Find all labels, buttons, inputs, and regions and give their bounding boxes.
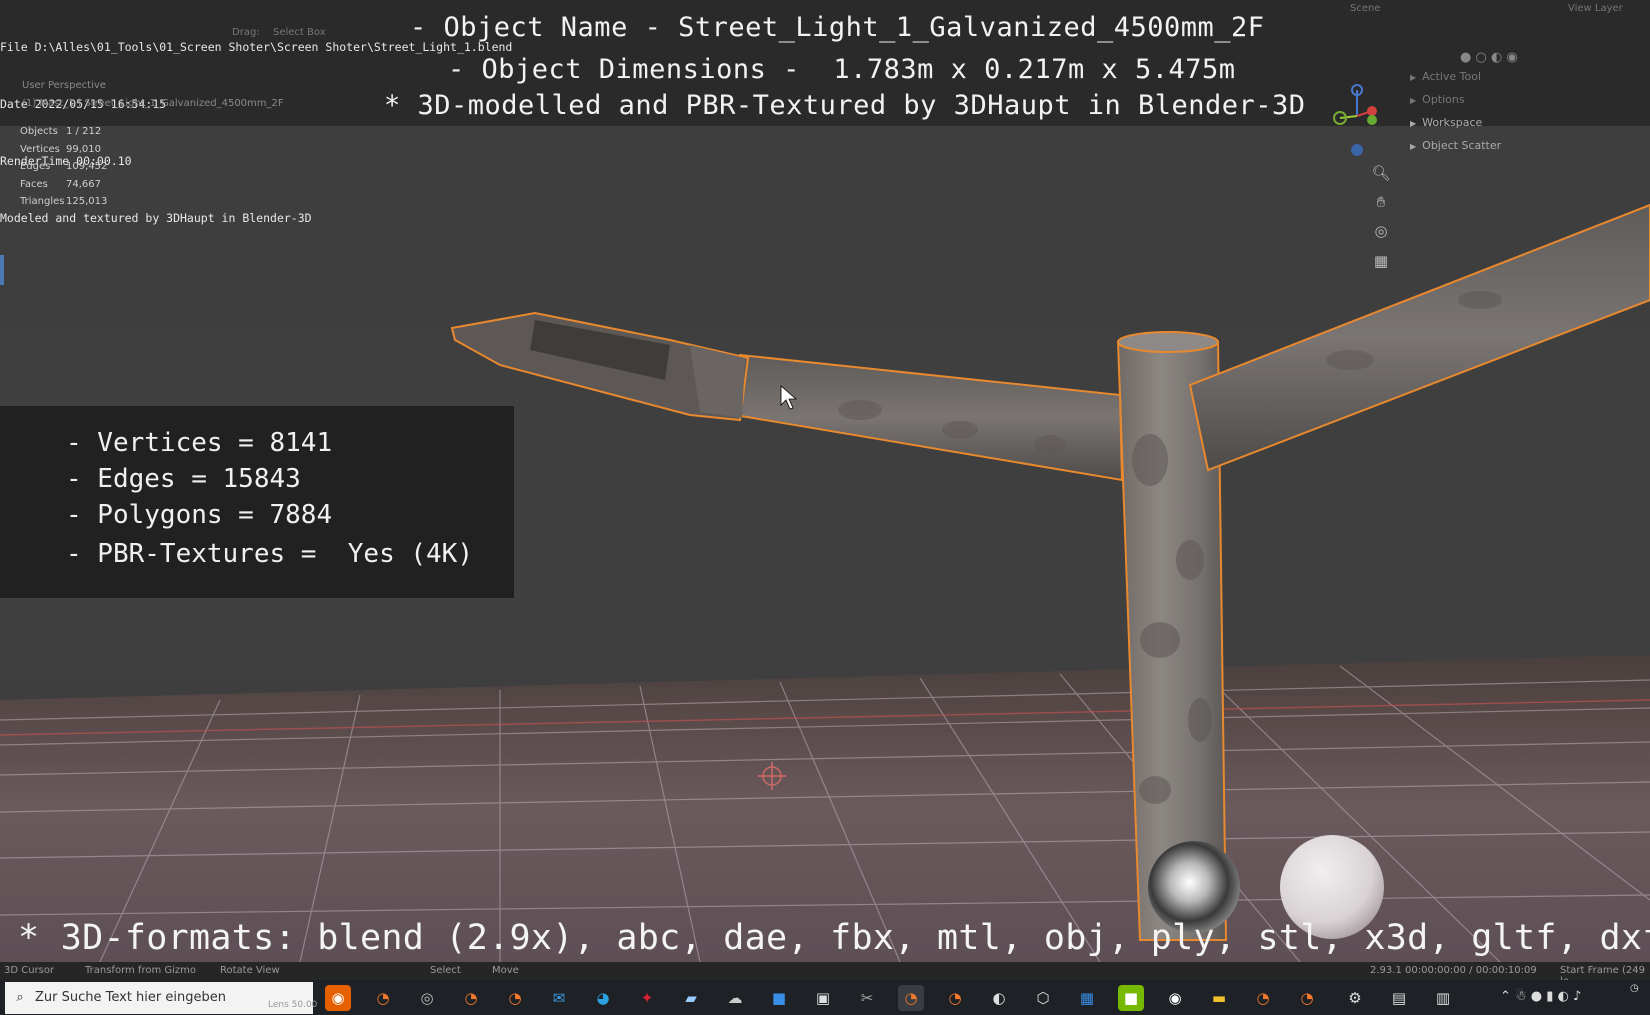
camera-lens-label: Lens 50.00: [268, 1000, 318, 1010]
status-version: 2.93.1 00:00:00:00 / 00:00:10:09: [1370, 965, 1537, 976]
scene-statistics: Objects 1 / 212 Vertices 99,010 Edges 109,4…: [20, 126, 107, 214]
windows-taskbar: ⌕ Zur Suche Text hier eingeben Lens 50.00…: [0, 980, 1650, 1015]
status-transform: Transform from Gizmo: [85, 965, 197, 976]
notes-icon[interactable]: ▰: [678, 985, 704, 1011]
active-object-label: (1) Mast_1 | Street_Light_1_Galvanized_4…: [22, 98, 284, 109]
sidebar-n-panel: ▶ Active Tool ▶ Options ▶ Workspace ▶ Object…: [1400, 70, 1650, 162]
stat-row: Objects 1 / 212: [20, 126, 102, 137]
camera-view-icon[interactable]: ◎: [1370, 220, 1392, 242]
ortho-grid-icon[interactable]: ▦: [1370, 250, 1392, 272]
clock-icon[interactable]: ◷: [1630, 983, 1650, 994]
window-app-icon[interactable]: ▤: [1386, 985, 1412, 1011]
panel-options[interactable]: ▶ Options: [1400, 93, 1650, 116]
stat-row: Faces 74,667: [20, 178, 101, 190]
panel-object-scatter[interactable]: ▶ Object Scatter: [1400, 139, 1650, 162]
zoom-icon[interactable]: 🔍︎: [1370, 162, 1392, 184]
blender-icon[interactable]: ◔: [370, 985, 396, 1011]
cube-icon[interactable]: ⬡: [1030, 985, 1056, 1011]
calendar-icon[interactable]: ▦: [1074, 985, 1100, 1011]
blender-active-icon[interactable]: ◔: [898, 985, 924, 1011]
panda-icon[interactable]: ◐: [986, 985, 1012, 1011]
explorer-icon[interactable]: ▥: [1430, 985, 1456, 1011]
view-layer-selector[interactable]: View Layer: [1568, 3, 1623, 14]
toolbar-active-marker: [0, 255, 4, 285]
formats-caption: * 3D-formats: blend (2.9x), abc, dae, fb…: [18, 918, 1650, 958]
pan-hand-icon[interactable]: ✋︎: [1370, 191, 1392, 213]
search-icon: ⌕: [16, 990, 24, 1005]
stat-row: Triangles 125,013: [20, 196, 108, 207]
mail-icon[interactable]: ✉: [546, 985, 572, 1011]
vertices-count: - Vertices = 8141: [66, 428, 333, 458]
blender-icon[interactable]: ◔: [1294, 985, 1320, 1011]
edges-count: - Edges = 15843: [66, 464, 301, 494]
status-rotate: Rotate View: [220, 965, 280, 976]
viewport-info: User Perspective (1) Mast_1 | Street_Lig…: [22, 80, 284, 116]
snipping-tool-icon[interactable]: ✂: [854, 985, 880, 1011]
status-3d-cursor: 3D Cursor: [4, 965, 55, 976]
viewport-shading-tools[interactable]: ● ○ ◐ ◉: [1460, 50, 1518, 65]
edge-browser-icon[interactable]: ◕: [590, 985, 616, 1011]
folder-icon[interactable]: ▬: [1206, 985, 1232, 1011]
blender-icon[interactable]: ◔: [458, 985, 484, 1011]
settings-gear-icon[interactable]: ⚙: [1342, 985, 1368, 1011]
taskbar-search-box[interactable]: ⌕ Zur Suche Text hier eingeben: [5, 982, 313, 1014]
blender-icon[interactable]: ◔: [942, 985, 968, 1011]
nvidia-icon[interactable]: ■: [1118, 985, 1144, 1011]
blender-icon[interactable]: ◔: [502, 985, 528, 1011]
obs-icon[interactable]: ◉: [1162, 985, 1188, 1011]
blender-icon[interactable]: ◔: [1250, 985, 1276, 1011]
navigation-gizmo-icon[interactable]: [1322, 78, 1382, 158]
panel-workspace[interactable]: ▶ Workspace: [1400, 116, 1650, 139]
status-select: Select: [430, 965, 461, 976]
credit-title: * 3D-modelled and PBR-Textured by 3DHaup…: [384, 90, 1306, 121]
status-move: Move: [492, 965, 519, 976]
object-name-title: - Object Name - Street_Light_1_Galvanize…: [410, 12, 1265, 43]
steam-icon[interactable]: ◎: [414, 985, 440, 1011]
mesh-info-panel: - Vertices = 8141 - Edges = 15843 - Poly…: [0, 406, 514, 598]
system-tray[interactable]: ⌃ ☃ ● ▮ ◐ ♪: [1500, 989, 1581, 1004]
status-bar: 3D Cursor Transform from Gizmo Rotate Vi…: [0, 962, 1650, 987]
panel-active-tool[interactable]: ▶ Active Tool: [1400, 70, 1650, 93]
chat-icon[interactable]: ■: [766, 985, 792, 1011]
app-red-icon[interactable]: ✦: [634, 985, 660, 1011]
perspective-label: User Perspective: [22, 80, 106, 91]
cloud-icon[interactable]: ☁: [722, 985, 748, 1011]
object-dimensions-title: - Object Dimensions - 1.783m x 0.217m x …: [448, 54, 1236, 85]
3d-viewport[interactable]: Drag: Select Box Scene View Layer File D…: [0, 0, 1650, 1015]
pbr-textures-info: - PBR-Textures = Yes (4K): [66, 539, 473, 569]
terminal-icon[interactable]: ▣: [810, 985, 836, 1011]
scene-selector[interactable]: Scene: [1350, 3, 1381, 14]
search-placeholder: Zur Suche Text hier eingeben: [35, 990, 226, 1005]
firefox-icon[interactable]: ◉: [325, 985, 351, 1011]
stat-row: Vertices 99,010: [20, 143, 101, 155]
polygons-count: - Polygons = 7884: [66, 500, 333, 530]
stat-row: Edges 109,452: [20, 161, 108, 172]
